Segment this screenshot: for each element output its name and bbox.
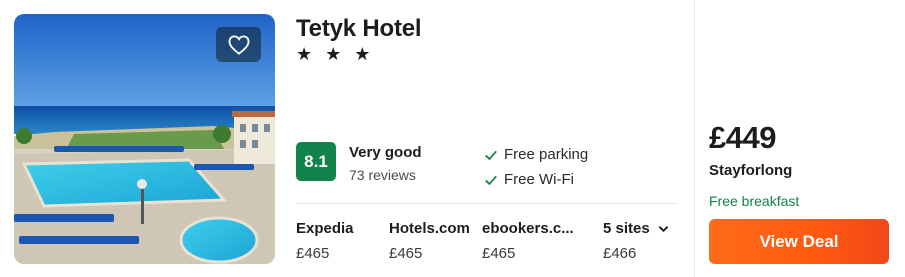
more-sites-dropdown[interactable]: 5 sites xyxy=(603,220,669,237)
rating-score-badge: 8.1 xyxy=(296,142,336,181)
provider-name: Expedia xyxy=(296,220,354,237)
favorite-button[interactable] xyxy=(216,27,261,62)
provider-price: £465 xyxy=(482,245,516,262)
provider-name: ebookers.c... xyxy=(482,220,574,237)
provider-offer[interactable]: Hotels.com £465 xyxy=(389,220,470,262)
provider-price: £466 xyxy=(603,245,637,262)
hotel-name[interactable]: Tetyk Hotel xyxy=(296,15,422,43)
hotel-result-card: Tetyk Hotel ★ ★ ★ 8.1 Very good 73 revie… xyxy=(0,0,905,277)
provider-offer[interactable]: Expedia £465 xyxy=(296,220,354,262)
more-sites-label: 5 sites xyxy=(603,220,650,237)
check-icon xyxy=(485,175,497,185)
review-count[interactable]: 73 reviews xyxy=(349,167,416,183)
amenity-item: Free Wi-Fi xyxy=(484,171,574,188)
provider-price: £465 xyxy=(389,245,423,262)
more-sites-offer[interactable]: 5 sites £466 xyxy=(603,220,669,262)
view-deal-button[interactable]: View Deal xyxy=(709,219,889,264)
check-icon xyxy=(485,150,497,160)
deal-extra: Free breakfast xyxy=(709,193,800,209)
chevron-down-icon xyxy=(658,225,668,232)
amenity-label: Free Wi-Fi xyxy=(504,171,574,188)
rating-label: Very good xyxy=(349,144,422,161)
deal-site: Stayforlong xyxy=(709,162,793,179)
deal-price: £449 xyxy=(709,120,776,155)
section-divider xyxy=(296,203,676,204)
provider-name: Hotels.com xyxy=(389,220,470,237)
amenity-item: Free parking xyxy=(484,146,588,163)
amenity-label: Free parking xyxy=(504,146,589,163)
provider-offer[interactable]: ebookers.c... £465 xyxy=(482,220,574,262)
star-rating: ★ ★ ★ xyxy=(296,44,375,64)
provider-price: £465 xyxy=(296,245,330,262)
heart-icon xyxy=(228,34,249,55)
column-divider xyxy=(694,0,695,277)
